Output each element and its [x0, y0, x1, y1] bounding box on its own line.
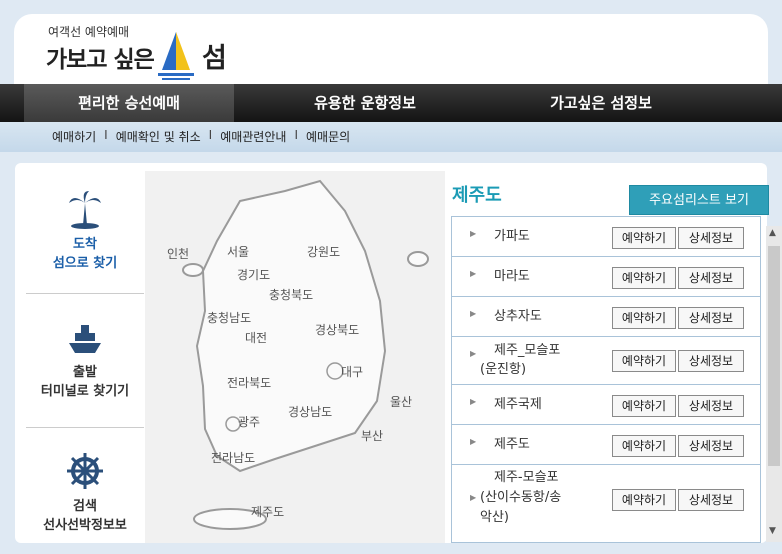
- bullet-icon: ▶: [470, 397, 477, 406]
- map-label-chungnam[interactable]: 충청남도: [207, 309, 251, 326]
- sidebar-terminal-line1: 출발: [73, 365, 97, 380]
- map-label-ulsan[interactable]: 울산: [390, 393, 412, 410]
- logo-suffix: 섬: [202, 43, 227, 74]
- scroll-thumb[interactable]: [768, 246, 780, 466]
- list-item: ▶ 가파도 예약하기 상세정보: [452, 217, 760, 257]
- map-label-gangwon[interactable]: 강원도: [307, 243, 340, 260]
- sidebar-search-line2: 선사선박정보보: [43, 518, 127, 533]
- sub-nav: 예매하기 I 예매확인 및 취소 I 예매관련안내 I 예매문의: [0, 122, 782, 152]
- list-item: ▶ 제주국제 예약하기 상세정보: [452, 385, 760, 425]
- map-label-daegu[interactable]: 대구: [341, 363, 363, 380]
- bullet-icon: ▶: [470, 349, 477, 358]
- reserve-button[interactable]: 예약하기: [612, 227, 676, 249]
- main-nav: 편리한 승선예매 유용한 운항정보 가고싶은 섬정보: [0, 84, 782, 122]
- reserve-button[interactable]: 예약하기: [612, 307, 676, 329]
- map-label-jeonbuk[interactable]: 전라북도: [227, 374, 271, 391]
- reserve-button[interactable]: 예약하기: [612, 395, 676, 417]
- detail-button[interactable]: 상세정보: [678, 267, 744, 289]
- sidebar-island-line2: 섬으로 찾기: [52, 256, 118, 271]
- island-name-line1: 제주-모슬포: [494, 470, 559, 485]
- island-name: 제주국제: [494, 397, 542, 412]
- map-label-gyeongbuk[interactable]: 경상북도: [315, 321, 359, 338]
- map-label-gyeongnam[interactable]: 경상남도: [288, 403, 332, 420]
- sailboat-logo-icon[interactable]: [154, 30, 198, 82]
- bullet-icon: ▶: [470, 229, 477, 238]
- map-label-daejeon[interactable]: 대전: [245, 329, 267, 346]
- sidebar-search-line1: 검색: [73, 499, 97, 514]
- map-label-chungbuk[interactable]: 충청북도: [269, 286, 313, 303]
- sidebar-island-line1: 도착: [73, 237, 97, 252]
- bullet-icon: ▶: [470, 309, 477, 318]
- reserve-button[interactable]: 예약하기: [612, 267, 676, 289]
- nav-schedule-info[interactable]: 유용한 운항정보: [260, 84, 470, 122]
- scrollbar[interactable]: ▲ ▼: [766, 226, 782, 542]
- detail-button[interactable]: 상세정보: [678, 227, 744, 249]
- island-name: 제주도: [494, 437, 530, 452]
- subnav-reserve[interactable]: 예매하기: [52, 128, 96, 145]
- sidebar-divider: [26, 427, 144, 428]
- detail-button[interactable]: 상세정보: [678, 489, 744, 511]
- detail-button[interactable]: 상세정보: [678, 307, 744, 329]
- detail-button[interactable]: 상세정보: [678, 435, 744, 457]
- sidebar-item-island[interactable]: 도착 섬으로 찾기: [26, 189, 144, 271]
- reserve-button[interactable]: 예약하기: [612, 489, 676, 511]
- list-item: ▶ 제주도 예약하기 상세정보: [452, 425, 760, 465]
- island-name-line3: 악산): [480, 510, 509, 525]
- detail-button[interactable]: 상세정보: [678, 350, 744, 372]
- map-label-seoul[interactable]: 서울: [227, 243, 249, 260]
- map-label-jeonnam[interactable]: 전라남도: [211, 449, 255, 466]
- region-title: 제주도: [452, 185, 502, 206]
- reserve-button[interactable]: 예약하기: [612, 435, 676, 457]
- list-item: ▶ 상추자도 예약하기 상세정보: [452, 297, 760, 337]
- island-name: 마라도: [494, 269, 530, 284]
- nav-island-info[interactable]: 가고싶은 섬정보: [496, 84, 706, 122]
- sidebar-item-search[interactable]: 검색 선사선박정보보: [26, 451, 144, 533]
- subnav-separator: I: [208, 128, 213, 142]
- subnav-separator: I: [104, 128, 108, 142]
- list-item: ▶ 제주_모슬포 (운진항) 예약하기 상세정보: [452, 337, 760, 385]
- page-frame: 여객선 예약예매 가보고 싶은 섬 편리한 승선예매 유용한 운항정보 가고싶은…: [0, 0, 782, 554]
- island-list-button[interactable]: 주요섬리스트 보기: [629, 185, 769, 215]
- map-label-busan[interactable]: 부산: [361, 427, 383, 444]
- nav-ticketing[interactable]: 편리한 승선예매: [24, 84, 234, 122]
- bullet-icon: ▶: [470, 269, 477, 278]
- helm-icon: [67, 453, 103, 489]
- search-sidebar: 도착 섬으로 찾기 출발 터미널로 찾기기 검색 선사선박정보보: [26, 171, 144, 543]
- palm-tree-icon: [69, 191, 101, 229]
- bullet-icon: ▶: [470, 493, 477, 502]
- list-item: ▶ 마라도 예약하기 상세정보: [452, 257, 760, 297]
- island-name-line2: (운진항): [480, 362, 527, 377]
- map-label-gwangju[interactable]: 광주: [238, 413, 260, 430]
- subnav-inquiry[interactable]: 예매문의: [306, 128, 350, 145]
- bullet-icon: ▶: [470, 437, 477, 446]
- map-label-incheon[interactable]: 인천: [167, 245, 189, 262]
- island-name-line1: 제주_모슬포: [494, 343, 561, 358]
- map-label-gyeonggi[interactable]: 경기도: [237, 266, 270, 283]
- korea-map-shape: [182, 179, 429, 530]
- subnav-separator: I: [294, 128, 298, 142]
- island-name: 상추자도: [494, 309, 542, 324]
- ship-icon: [69, 325, 101, 353]
- main-content: 도착 섬으로 찾기 출발 터미널로 찾기기 검색 선사선박정보보 인천 서울 강…: [15, 163, 769, 543]
- list-item: ▶ 제주-모슬포 (산이수동항/송 악산) 예약하기 상세정보: [452, 465, 760, 535]
- header: 여객선 예약예매 가보고 싶은 섬: [14, 14, 768, 86]
- map-label-jeju[interactable]: 제주도: [251, 503, 284, 520]
- island-list: ▶ 가파도 예약하기 상세정보 ▶ 마라도 예약하기 상세정보 ▶ 상추자도 예…: [451, 216, 761, 543]
- sidebar-item-terminal[interactable]: 출발 터미널로 찾기기: [26, 321, 144, 399]
- subnav-check-cancel[interactable]: 예매확인 및 취소: [116, 128, 201, 145]
- island-name: 가파도: [494, 229, 530, 244]
- sidebar-divider: [26, 293, 144, 294]
- logo-subtitle: 여객선 예약예매: [48, 25, 130, 39]
- island-name-line2: (산이수동항/송: [480, 490, 562, 505]
- korea-map[interactable]: 인천 서울 강원도 경기도 충청북도 충청남도 대전 경상북도 대구 전라북도 …: [145, 171, 445, 543]
- subnav-guide[interactable]: 예매관련안내: [220, 128, 286, 145]
- logo-title[interactable]: 가보고 싶은: [46, 40, 155, 74]
- reserve-button[interactable]: 예약하기: [612, 350, 676, 372]
- scroll-up-icon[interactable]: ▲: [769, 228, 776, 238]
- scroll-down-icon[interactable]: ▼: [769, 526, 776, 536]
- sidebar-terminal-line2: 터미널로 찾기기: [40, 384, 130, 399]
- detail-button[interactable]: 상세정보: [678, 395, 744, 417]
